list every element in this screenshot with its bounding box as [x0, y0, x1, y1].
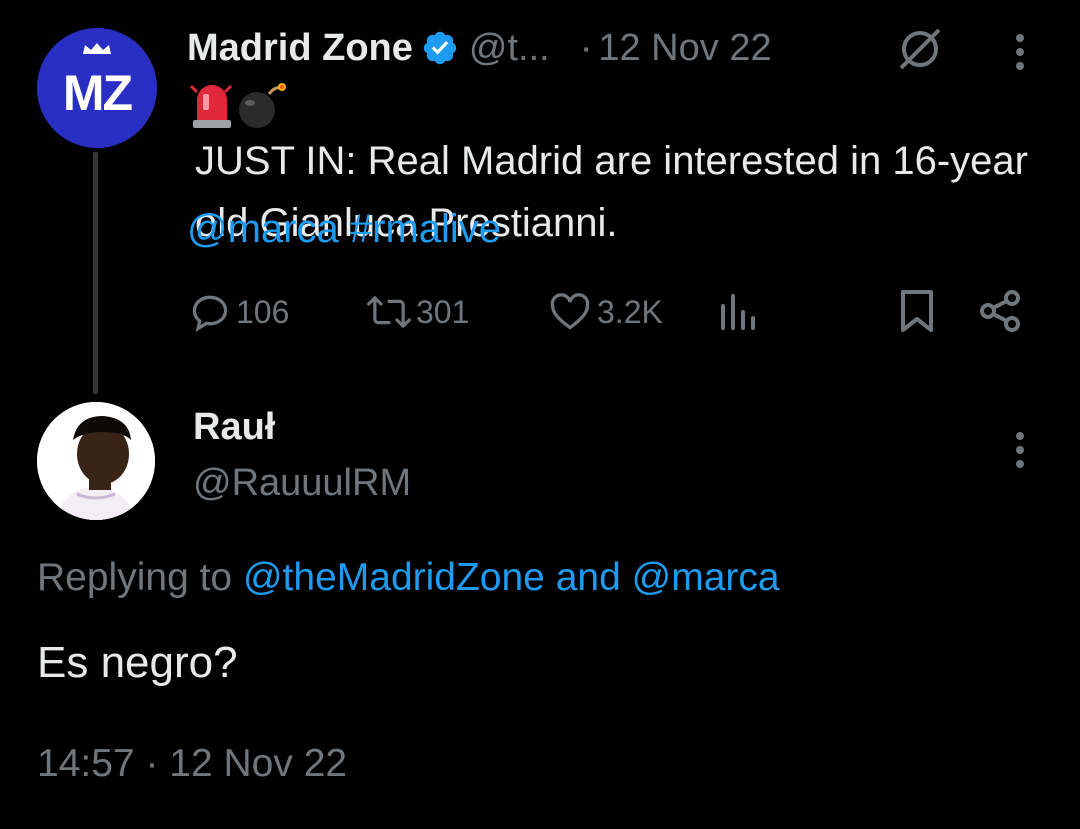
verified-icon	[423, 31, 457, 65]
police-light-emoji	[189, 84, 233, 128]
retweet-button[interactable]: 301	[366, 290, 469, 334]
hashtag-link[interactable]: #rmalive	[350, 207, 501, 251]
date-separator: ·	[579, 26, 593, 69]
views-icon[interactable]	[715, 292, 757, 332]
retweet-count: 301	[416, 293, 470, 330]
replying-and: and	[555, 556, 621, 599]
crown-icon	[83, 43, 111, 54]
reply-time[interactable]: 14:57	[37, 742, 135, 785]
main-tweet-header: Madrid Zone @t... · 12 Nov 22	[187, 22, 772, 74]
reply-author-handle[interactable]: @RauuulRM	[193, 462, 411, 505]
avatar-logo-text: MZ	[62, 65, 133, 121]
tweet-date[interactable]: 12 Nov 22	[598, 27, 771, 70]
reply-icon	[192, 295, 228, 332]
share-icon[interactable]	[976, 288, 1024, 334]
grok-icon[interactable]	[895, 24, 945, 74]
reply-button[interactable]: 106	[188, 290, 289, 334]
avatar-photo	[37, 402, 155, 520]
bookmark-icon[interactable]	[897, 288, 937, 334]
reply-timestamp: 14:57 · 12 Nov 22	[37, 742, 347, 786]
retweet-icon	[367, 296, 411, 328]
like-icon	[550, 293, 590, 330]
more-icon[interactable]	[1015, 432, 1025, 474]
madrid-zone-avatar[interactable]: MZ	[37, 28, 157, 148]
reply-date[interactable]: 12 Nov 22	[169, 742, 347, 785]
reply-count: 106	[236, 293, 290, 330]
replying-prefix: Replying to	[37, 556, 233, 599]
timestamp-separator: ·	[145, 742, 159, 785]
replying-to-line: Replying to @theMadridZone and @marca	[37, 556, 780, 600]
author-name[interactable]: Madrid Zone	[187, 27, 413, 70]
replying-mention-1[interactable]: @theMadridZone	[243, 556, 545, 599]
raul-avatar[interactable]	[37, 402, 155, 520]
tweet-links: @marca #rmalive	[187, 198, 501, 260]
like-count: 3.2K	[597, 293, 663, 330]
bomb-emoji	[239, 83, 286, 128]
like-button[interactable]: 3.2K	[547, 290, 663, 334]
thread-connector	[93, 152, 98, 394]
mention-link[interactable]: @marca	[187, 207, 339, 251]
reply-text: Es negro?	[37, 638, 238, 687]
more-icon[interactable]	[1015, 34, 1025, 76]
reply-author-name[interactable]: Rauł	[193, 406, 275, 449]
replying-mention-2[interactable]: @marca	[632, 556, 780, 599]
author-handle[interactable]: @t...	[469, 27, 550, 70]
